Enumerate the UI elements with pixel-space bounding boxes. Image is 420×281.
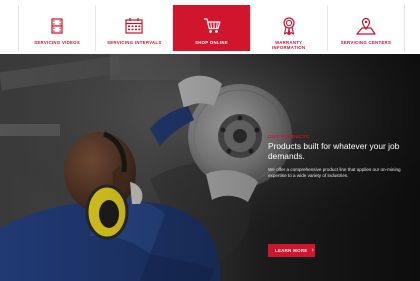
nav-label-warranty-information: WARRANTY INFORMATION [272,40,306,50]
nav-label-servicing-intervals: SERVICING INTERVALS [107,40,162,45]
nav-item-warranty-information[interactable]: WARRANTY INFORMATION [250,5,328,51]
nav-label-shop-online: SHOP ONLINE [195,40,228,45]
hero-heading: Products built for whatever your job dem… [268,141,400,161]
learn-more-label: LEARN MORE [275,248,308,253]
hero-text-block: OUR PRODUCTS Products built for whatever… [268,134,418,179]
map-pin-icon [356,17,376,35]
shopping-cart-icon [203,18,220,33]
hero-banner: OUR PRODUCTS Products built for whatever… [0,54,420,281]
film-icon [51,18,63,34]
nav-label-servicing-videos: SERVICING VIDEOS [34,40,80,45]
nav-item-shop-online[interactable]: SHOP ONLINE [173,5,251,51]
learn-more-button[interactable]: LEARN MORE › [268,244,315,257]
calendar-icon [125,18,143,34]
nav-item-servicing-intervals[interactable]: SERVICING INTERVALS [96,5,174,51]
award-ribbon-icon [283,17,295,36]
nav-item-servicing-videos[interactable]: SERVICING VIDEOS [19,5,97,51]
top-navigation: SERVICING VIDEOS SERVICING INTERVALS SHO… [0,0,420,54]
hero-description: We offer a comprehensive product line th… [268,167,401,178]
quick-links-row: SERVICING VIDEOS SERVICING INTERVALS SHO… [18,5,406,51]
chevron-right-icon: › [311,247,314,254]
hero-eyebrow: OUR PRODUCTS [268,134,310,139]
nav-label-servicing-centers: SERVICING CENTERS [340,40,392,45]
nav-item-servicing-centers[interactable]: SERVICING CENTERS [327,5,406,51]
